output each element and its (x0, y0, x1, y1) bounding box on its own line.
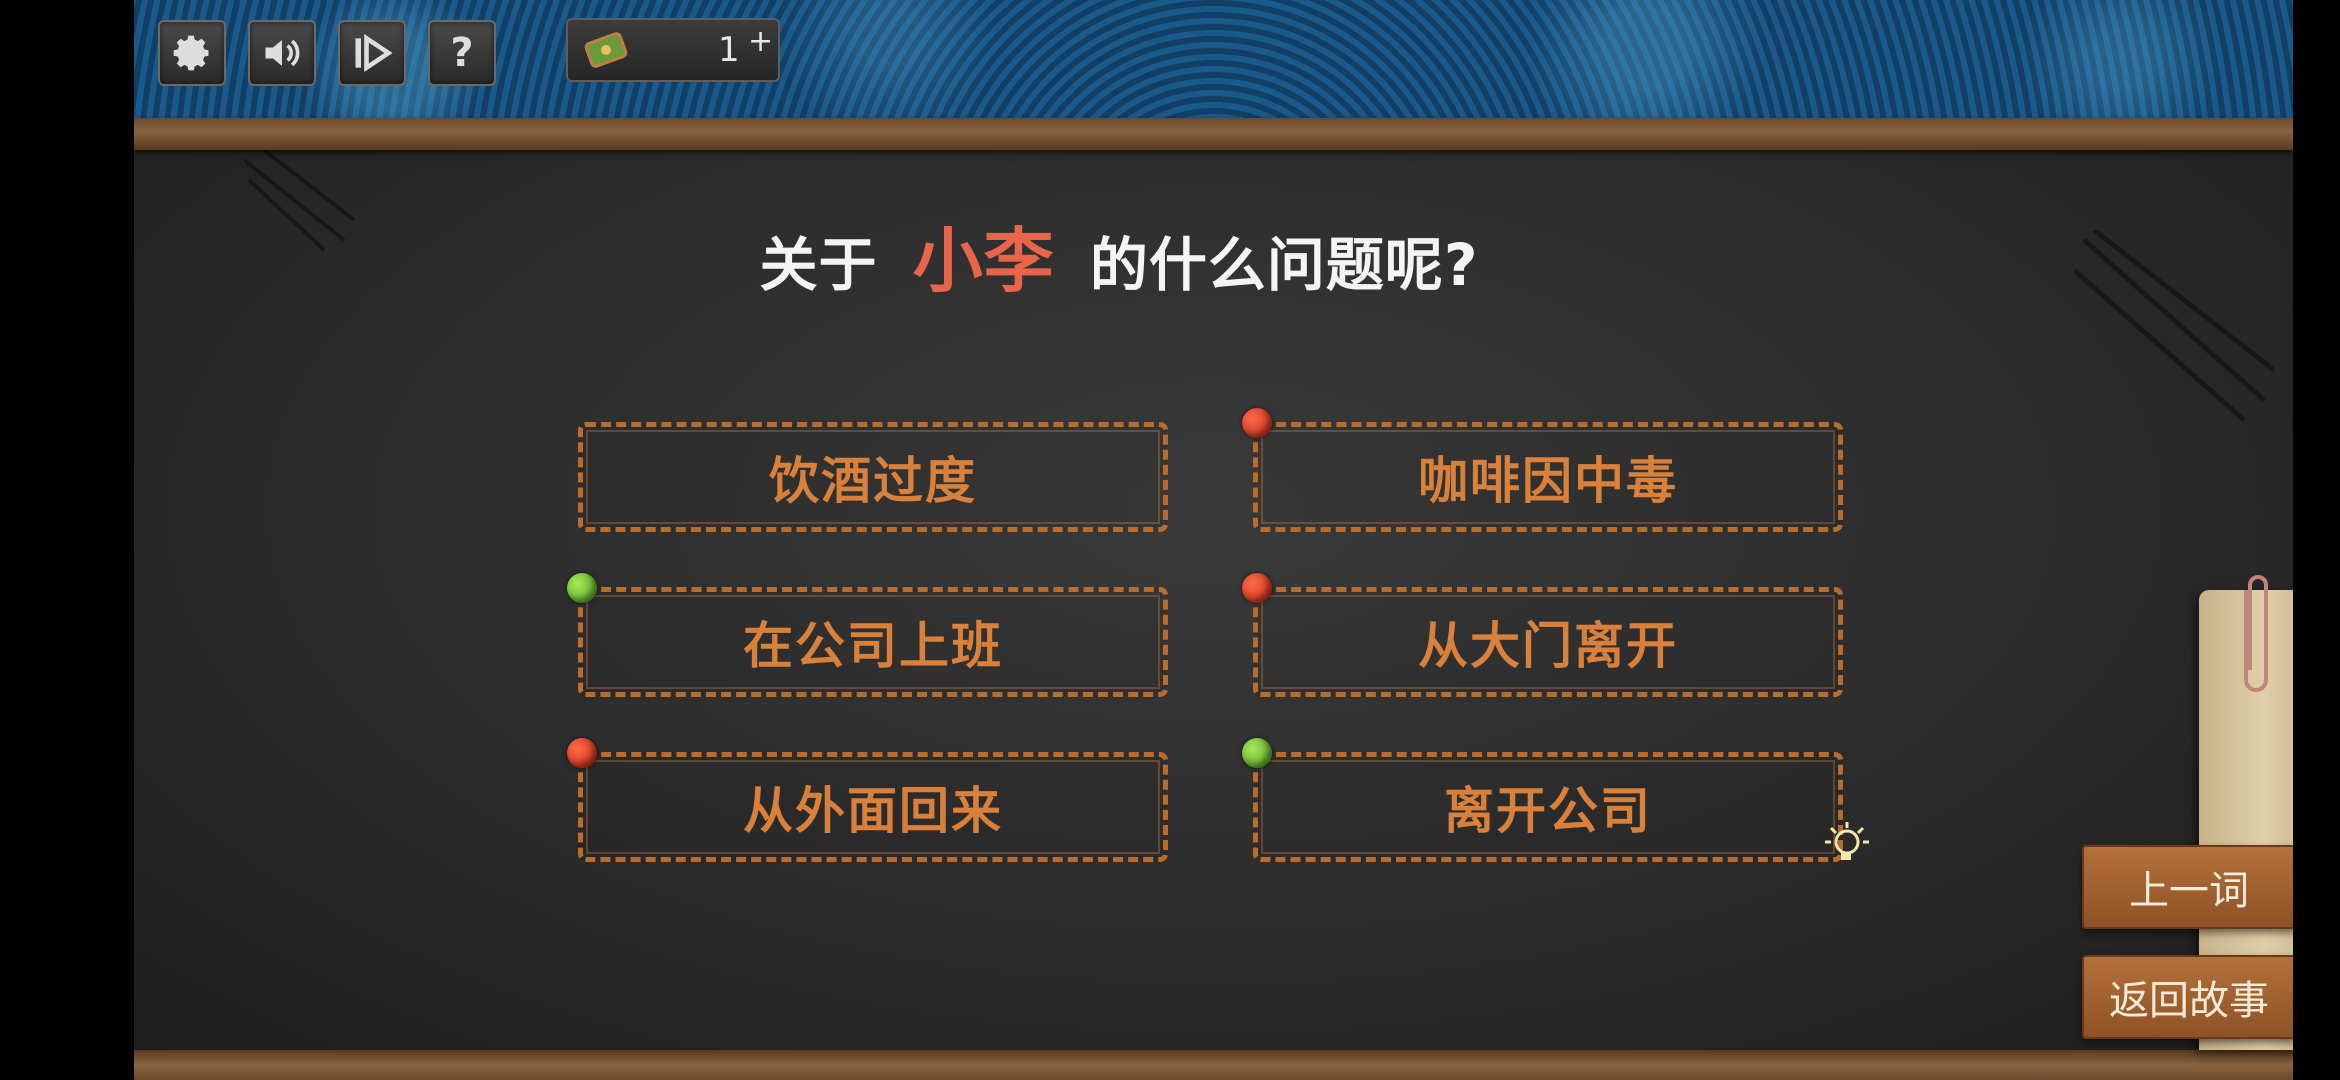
sound-button[interactable] (248, 20, 316, 86)
game-stage: ? 1 + 关于 小李 的什么问题呢? 饮酒过度 咖啡因中毒 在公司上班 从大门… (134, 0, 2293, 1080)
option-label: 在公司上班 (743, 617, 1003, 675)
gear-icon (173, 35, 209, 71)
frame-top (134, 118, 2293, 150)
option-caffeine[interactable]: 咖啡因中毒 (1253, 422, 1843, 532)
add-hint-button[interactable]: + (748, 24, 773, 59)
lightbulb-icon[interactable] (1817, 818, 1873, 874)
option-label: 从大门离开 (1418, 617, 1678, 675)
red-marker-dot (1242, 408, 1272, 438)
option-at-work[interactable]: 在公司上班 (578, 587, 1168, 697)
question-prefix: 关于 (759, 231, 878, 299)
option-left-gate[interactable]: 从大门离开 (1253, 587, 1843, 697)
hint-counter[interactable]: 1 + (566, 18, 780, 82)
paperclip-icon (2244, 575, 2268, 692)
question-text: 关于 小李 的什么问题呢? (134, 205, 2104, 306)
question-name: 小李 (912, 220, 1055, 302)
green-marker-dot (1242, 738, 1272, 768)
speaker-icon (265, 39, 300, 67)
previous-word-button[interactable]: 上一词 (2082, 845, 2293, 929)
previous-word-label: 上一词 (2129, 868, 2249, 914)
option-label: 咖啡因中毒 (1418, 452, 1678, 510)
option-drinking[interactable]: 饮酒过度 (578, 422, 1168, 532)
back-to-story-button[interactable]: 返回故事 (2082, 955, 2293, 1039)
help-button[interactable]: ? (428, 20, 496, 86)
option-came-back[interactable]: 从外面回来 (578, 752, 1168, 862)
option-label: 离开公司 (1444, 782, 1652, 840)
ticket-icon (584, 32, 628, 68)
red-marker-dot (1242, 573, 1272, 603)
back-to-story-label: 返回故事 (2109, 978, 2269, 1024)
skip-button[interactable] (338, 20, 406, 86)
question-suffix: 的什么问题呢? (1089, 231, 1479, 299)
red-marker-dot (567, 738, 597, 768)
help-label: ? (450, 30, 474, 76)
option-left-company[interactable]: 离开公司 (1253, 752, 1843, 862)
scratch-marks-right (2074, 230, 2274, 422)
hint-count: 1 (718, 30, 740, 70)
option-label: 从外面回来 (743, 782, 1003, 840)
settings-button[interactable] (158, 20, 226, 86)
option-label: 饮酒过度 (769, 452, 977, 510)
skip-play-icon (355, 34, 393, 72)
green-marker-dot (567, 573, 597, 603)
frame-bottom (134, 1050, 2293, 1080)
